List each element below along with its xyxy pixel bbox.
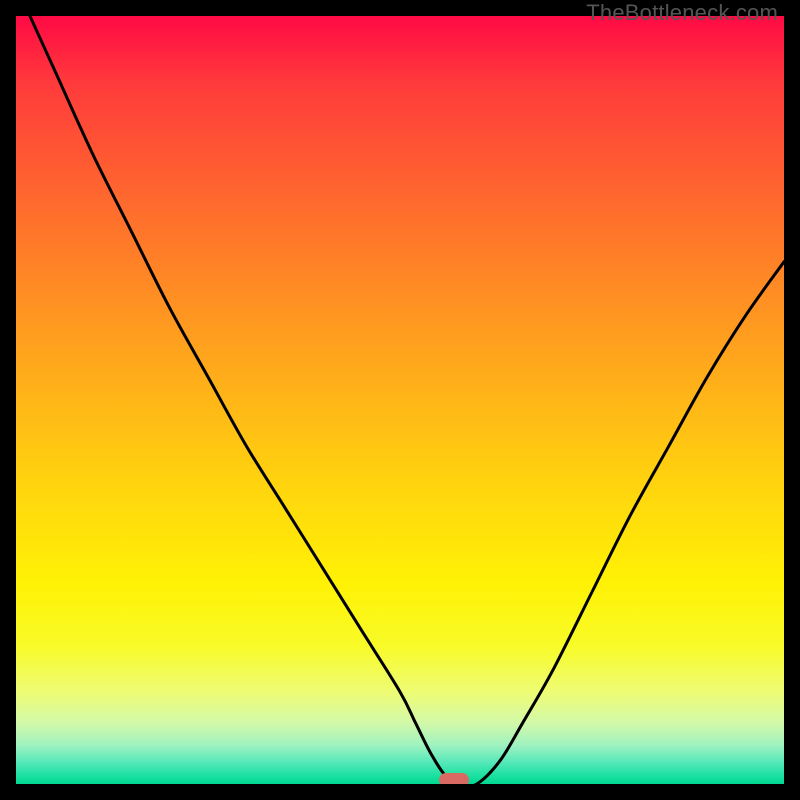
- optimal-marker: [439, 773, 469, 784]
- curve-svg: [16, 16, 784, 784]
- bottleneck-curve: [16, 16, 784, 784]
- watermark-text: TheBottleneck.com: [586, 0, 778, 26]
- chart-container: TheBottleneck.com: [0, 0, 800, 800]
- plot-area: [16, 16, 784, 784]
